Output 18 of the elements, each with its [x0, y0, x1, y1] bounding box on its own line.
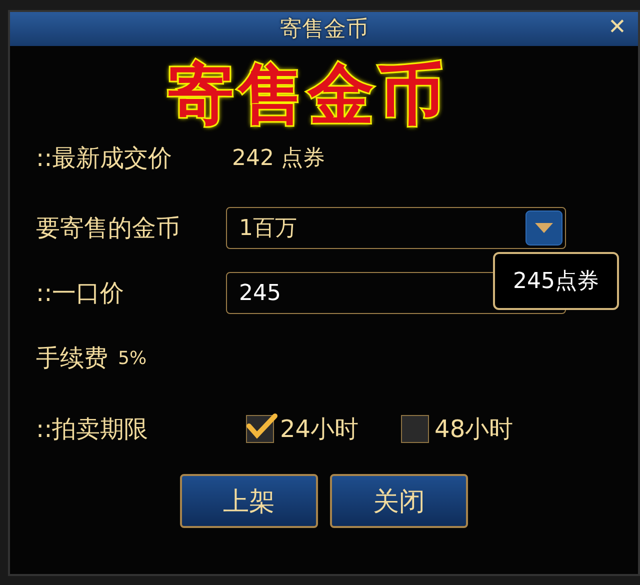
duration-option-label: 24小时	[280, 414, 359, 445]
caption-overlay: 寄售金币	[168, 54, 448, 135]
duration-option-label: 48小时	[434, 414, 514, 445]
fee-label: 手续费	[36, 343, 108, 374]
coin-amount-dropdown[interactable]: 1百万	[226, 207, 566, 249]
latest-price-label: ::最新成交价	[36, 143, 174, 174]
fee-value: 5%	[118, 348, 147, 368]
coin-amount-label: 要寄售的金币	[36, 213, 181, 244]
close-button[interactable]: ✕	[604, 14, 630, 40]
action-button[interactable]: 关闭	[330, 474, 468, 528]
price-tooltip: 245点券	[493, 252, 619, 310]
duration-label: ::拍卖期限	[36, 414, 150, 445]
checkbox[interactable]	[400, 415, 429, 443]
latest-price-value: 242 点券	[232, 145, 325, 173]
buyout-price-label: ::一口价	[36, 278, 126, 309]
dropdown-icon[interactable]	[525, 210, 563, 246]
window-title: 寄售金币	[280, 16, 368, 44]
action-button[interactable]: 上架	[180, 474, 318, 528]
